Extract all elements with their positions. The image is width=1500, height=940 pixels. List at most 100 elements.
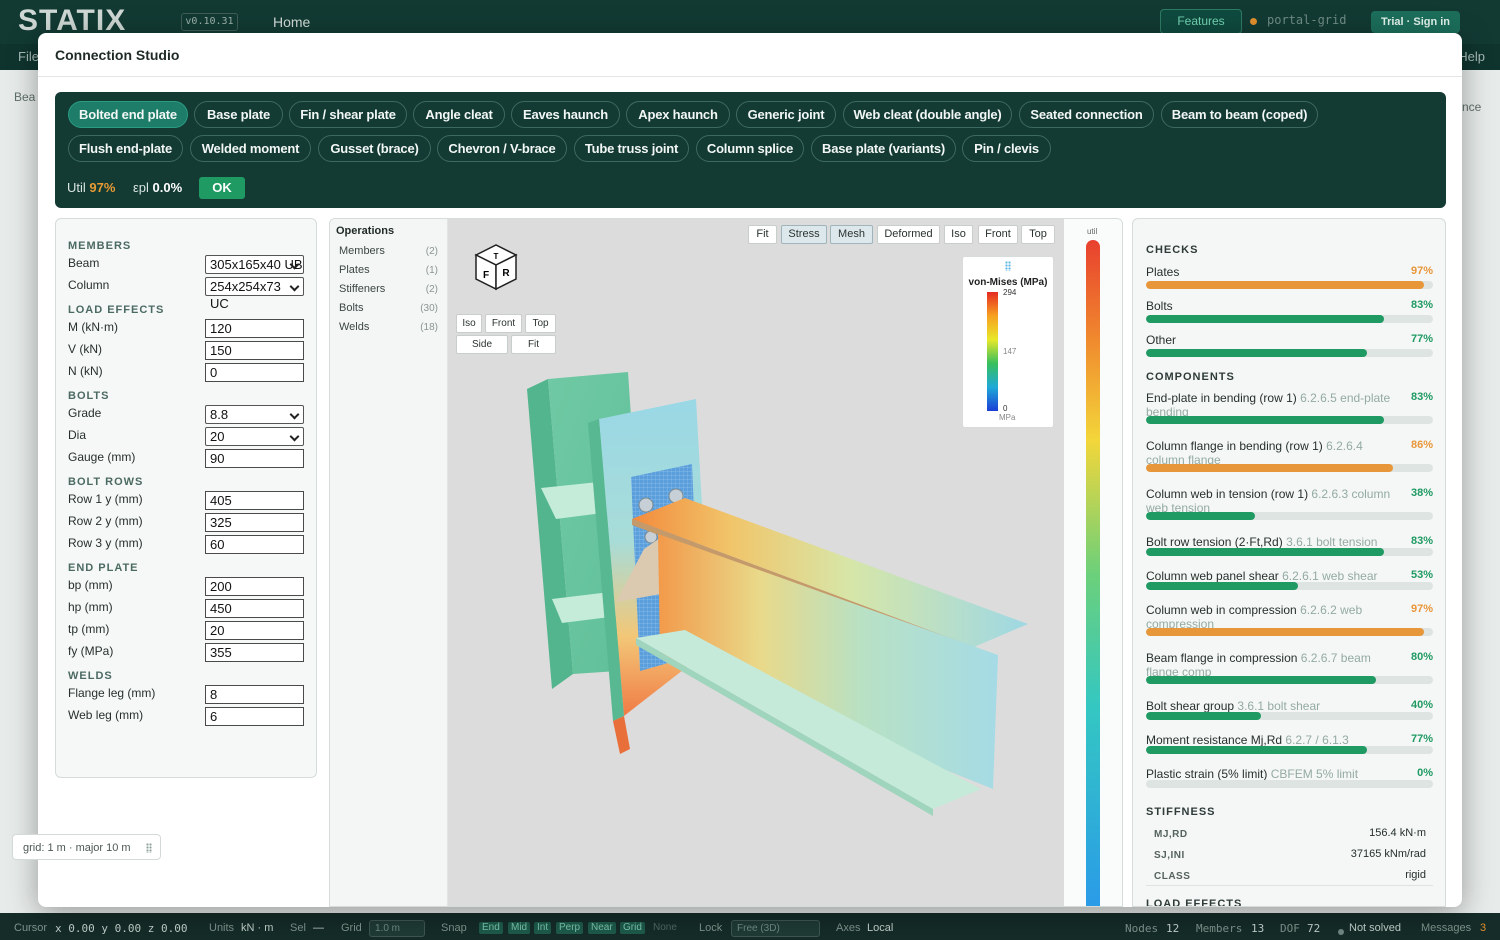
op-plates[interactable]: Plates bbox=[339, 264, 370, 276]
type-bolted-end-plate[interactable]: Bolted end plate bbox=[68, 101, 188, 128]
type-fin-shear-plate[interactable]: Fin / shear plate bbox=[289, 101, 407, 128]
lock-select[interactable]: Free (3D) bbox=[731, 920, 820, 937]
component-row-label[interactable]: Bolt row tension (2·Ft,Rd) 3.6.1 bolt te… bbox=[1146, 535, 1391, 549]
sign-in-button[interactable]: Trial · Sign in bbox=[1371, 11, 1460, 33]
view-deformed-toggle[interactable]: Deformed bbox=[877, 225, 940, 244]
component-name: Moment resistance Mj,Rd bbox=[1146, 733, 1283, 747]
grade-select[interactable]: 8.8 bbox=[205, 405, 304, 424]
component-row-label[interactable]: Column flange in bending (row 1) 6.2.6.4… bbox=[1146, 439, 1391, 467]
snap-int[interactable]: Int bbox=[534, 922, 552, 934]
util-summary: Util 97% bbox=[67, 180, 115, 195]
type-tube-truss-joint[interactable]: Tube truss joint bbox=[574, 135, 689, 162]
snap-end[interactable]: End bbox=[479, 922, 503, 934]
component-row-label[interactable]: Moment resistance Mj,Rd 6.2.7 / 6.1.3 bbox=[1146, 733, 1391, 747]
op-members[interactable]: Members bbox=[339, 245, 385, 257]
bp-input[interactable]: 200 bbox=[205, 577, 304, 596]
snap-grid[interactable]: Grid bbox=[620, 922, 645, 934]
type-generic-joint[interactable]: Generic joint bbox=[736, 101, 836, 128]
menu-help[interactable]: Help bbox=[1458, 49, 1485, 64]
component-name: End-plate in bending (row 1) bbox=[1146, 391, 1297, 405]
type-angle-cleat[interactable]: Angle cleat bbox=[413, 101, 505, 128]
op-welds[interactable]: Welds bbox=[339, 321, 369, 333]
component-pct: 86% bbox=[1410, 439, 1433, 451]
type-column-splice[interactable]: Column splice bbox=[696, 135, 804, 162]
component-bar bbox=[1146, 548, 1433, 556]
view-front-button[interactable]: Front bbox=[978, 225, 1018, 244]
axial-input[interactable]: 0 bbox=[205, 363, 304, 382]
snap-perp[interactable]: Perp bbox=[556, 922, 584, 934]
title-divider bbox=[38, 76, 1462, 77]
dia-select[interactable]: 20 bbox=[205, 427, 304, 446]
snap-mid[interactable]: Mid bbox=[508, 922, 531, 934]
row1-input[interactable]: 405 bbox=[205, 491, 304, 510]
column-select[interactable]: 254x254x73 UC bbox=[205, 277, 304, 311]
op-bolts[interactable]: Bolts bbox=[339, 302, 363, 314]
home-link[interactable]: Home bbox=[273, 14, 310, 30]
quick-view-top[interactable]: Top bbox=[525, 314, 556, 333]
type-beam-to-beam[interactable]: Beam to beam (coped) bbox=[1161, 101, 1318, 128]
moment-input[interactable]: 120 bbox=[205, 319, 304, 338]
grid-select[interactable]: 1.0 m bbox=[369, 920, 425, 937]
load-effects-title: LOAD EFFECTS bbox=[1146, 898, 1243, 907]
check-bar-fill bbox=[1146, 349, 1367, 357]
view-fit-button[interactable]: Fit bbox=[748, 225, 777, 244]
view-iso-button[interactable]: Iso bbox=[944, 225, 973, 244]
component-row-label[interactable]: Column web in tension (row 1) 6.2.6.3 co… bbox=[1146, 487, 1391, 515]
component-row-label[interactable]: Beam flange in compression 6.2.6.7 beam … bbox=[1146, 651, 1391, 679]
gauge-input[interactable]: 90 bbox=[205, 449, 304, 468]
type-gusset-brace[interactable]: Gusset (brace) bbox=[318, 135, 431, 162]
type-chevron-brace[interactable]: Chevron / V-brace bbox=[437, 135, 567, 162]
snap-none[interactable]: None bbox=[653, 922, 677, 933]
component-row-label[interactable]: End-plate in bending (row 1) 6.2.6.5 end… bbox=[1146, 391, 1391, 419]
type-welded-moment[interactable]: Welded moment bbox=[190, 135, 311, 162]
type-apex-haunch[interactable]: Apex haunch bbox=[626, 101, 730, 128]
menu-file[interactable]: File bbox=[18, 49, 39, 64]
type-seated-connection[interactable]: Seated connection bbox=[1019, 101, 1154, 128]
tp-input[interactable]: 20 bbox=[205, 621, 304, 640]
component-bar-fill bbox=[1146, 464, 1393, 472]
view-mesh-toggle[interactable]: Mesh bbox=[830, 225, 873, 244]
type-web-cleat[interactable]: Web cleat (double angle) bbox=[843, 101, 1012, 128]
row2-input[interactable]: 325 bbox=[205, 513, 304, 532]
component-reference: 3.6.1 bolt shear bbox=[1237, 699, 1321, 713]
quick-view-side[interactable]: Side bbox=[456, 335, 508, 354]
beam-select[interactable]: 305x165x40 UB bbox=[205, 255, 304, 274]
snap-near[interactable]: Near bbox=[588, 922, 616, 934]
hp-input[interactable]: 450 bbox=[205, 599, 304, 618]
component-row-label[interactable]: Bolt shear group 3.6.1 bolt shear bbox=[1146, 699, 1391, 713]
type-flush-end-plate[interactable]: Flush end-plate bbox=[68, 135, 183, 162]
nodes-count: 12 bbox=[1166, 922, 1180, 935]
row3-input[interactable]: 60 bbox=[205, 535, 304, 554]
component-name: Bolt shear group bbox=[1146, 699, 1235, 713]
messages-label[interactable]: Messages bbox=[1421, 922, 1471, 934]
shear-input[interactable]: 150 bbox=[205, 341, 304, 360]
type-eaves-haunch[interactable]: Eaves haunch bbox=[511, 101, 620, 128]
view-top-button[interactable]: Top bbox=[1021, 225, 1055, 244]
quick-view-iso[interactable]: Iso bbox=[456, 314, 482, 333]
web-leg-input[interactable]: 6 bbox=[205, 707, 304, 726]
op-stiffeners[interactable]: Stiffeners bbox=[339, 283, 385, 295]
3d-viewport[interactable]: Fit Stress Mesh Deformed Iso Front Top T… bbox=[448, 219, 1064, 906]
features-button[interactable]: Features bbox=[1160, 9, 1242, 34]
type-base-plate-variants[interactable]: Base plate (variants) bbox=[811, 135, 956, 162]
component-row-label[interactable]: Column web panel shear 6.2.6.1 web shear bbox=[1146, 569, 1391, 583]
fy-input[interactable]: 355 bbox=[205, 643, 304, 662]
legend-drag-icon[interactable] bbox=[1005, 261, 1011, 271]
type-base-plate[interactable]: Base plate bbox=[194, 101, 283, 128]
component-row-label[interactable]: Plastic strain (5% limit) CBFEM 5% limit bbox=[1146, 767, 1391, 781]
view-cube-icon[interactable]: T F R bbox=[472, 241, 524, 297]
sel-value: — bbox=[313, 922, 324, 934]
component-bar bbox=[1146, 676, 1433, 684]
quick-view-fit[interactable]: Fit bbox=[511, 335, 556, 354]
messages-count[interactable]: 3 bbox=[1480, 922, 1486, 934]
component-bar-fill bbox=[1146, 548, 1385, 556]
util-value: 97% bbox=[89, 180, 116, 195]
flange-leg-input[interactable]: 8 bbox=[205, 685, 304, 704]
lock-label: Lock bbox=[699, 922, 723, 934]
drag-handle-icon[interactable] bbox=[146, 843, 152, 853]
quick-view-front[interactable]: Front bbox=[485, 314, 522, 333]
type-pin-clevis[interactable]: Pin / clevis bbox=[962, 135, 1051, 162]
component-row-label[interactable]: Column web in compression 6.2.6.2 web co… bbox=[1146, 603, 1391, 631]
view-stress-toggle[interactable]: Stress bbox=[781, 225, 827, 244]
component-pct: 83% bbox=[1410, 391, 1433, 403]
